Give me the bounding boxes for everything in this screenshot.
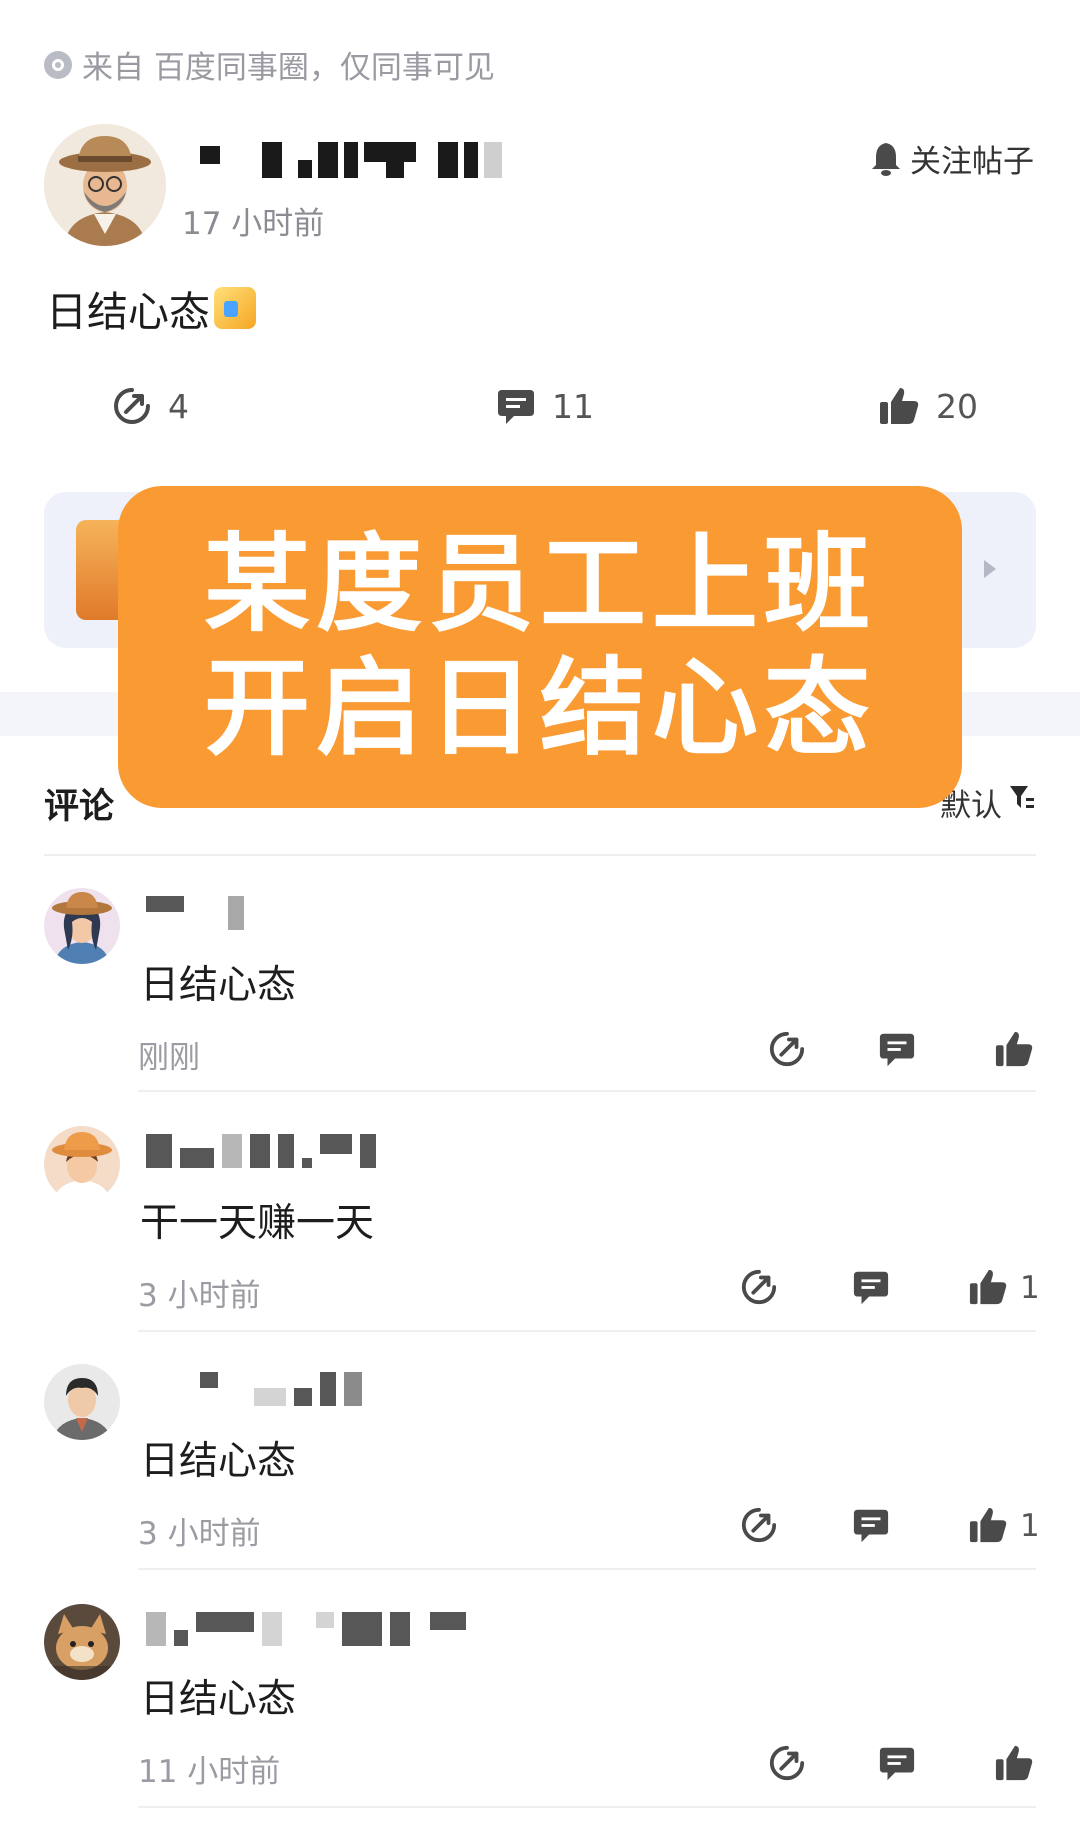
caption-line-1: 某度员工上班 (204, 523, 876, 646)
comment-text: 干一天赚一天 (140, 1201, 375, 1246)
filter-icon[interactable] (1008, 782, 1036, 812)
share-icon[interactable] (740, 1268, 778, 1306)
comments-title: 评论 (44, 787, 115, 827)
divider (138, 1568, 1036, 1570)
comment-time: 3 小时前 (138, 1516, 261, 1552)
bell-icon (872, 142, 900, 176)
post-action-bar: 4 11 20 (0, 386, 1080, 436)
post-content: 日结心态 (46, 278, 256, 338)
comment-button[interactable]: 11 (496, 386, 594, 426)
post-time: 17 小时前 (182, 206, 325, 242)
caption-line-2: 开启日结心态 (204, 647, 876, 770)
commenter-name-redacted (146, 1134, 376, 1168)
divider (44, 854, 1036, 856)
commenter-name-redacted (146, 1612, 466, 1646)
follow-post-label: 关注帖子 (910, 144, 1034, 180)
author-avatar[interactable] (44, 124, 166, 246)
thumbs-up-icon (880, 388, 919, 424)
comment-time: 3 小时前 (138, 1278, 261, 1314)
share-icon[interactable] (768, 1030, 806, 1068)
share-icon[interactable] (768, 1744, 806, 1782)
share-count: 4 (168, 386, 189, 426)
commenter-avatar[interactable] (44, 1604, 120, 1680)
comment-icon (498, 390, 534, 424)
chevron-right-icon (984, 560, 996, 578)
reply-icon[interactable] (878, 1030, 916, 1068)
commenter-name-redacted (146, 896, 244, 930)
divider (138, 1330, 1036, 1332)
like-count: 20 (936, 386, 978, 426)
circle-icon (44, 50, 72, 79)
commenter-avatar[interactable] (44, 1364, 120, 1440)
commenter-name-redacted (146, 1372, 362, 1406)
reply-icon[interactable] (878, 1744, 916, 1782)
comment-text: 日结心态 (140, 1677, 297, 1722)
thumbs-up-icon[interactable] (968, 1268, 1008, 1306)
post-source-text: 来自 百度同事圈，仅同事可见 (82, 50, 495, 86)
reply-icon[interactable] (852, 1268, 890, 1306)
thumbs-up-icon[interactable] (994, 1744, 1034, 1782)
comment-like-count: 1 (1020, 1270, 1040, 1306)
thumbs-up-icon[interactable] (968, 1506, 1008, 1544)
divider (138, 1090, 1036, 1092)
share-icon (114, 388, 150, 424)
share-button[interactable]: 4 (112, 386, 189, 426)
comment-text: 日结心态 (140, 963, 297, 1008)
commenter-avatar[interactable] (44, 1126, 120, 1202)
thumbs-up-icon[interactable] (994, 1030, 1034, 1068)
post-source: 来自 百度同事圈，仅同事可见 (44, 42, 495, 87)
divider (138, 1806, 1036, 1808)
caption-overlay: 某度员工上班 开启日结心态 (118, 486, 962, 808)
post-text: 日结心态 (46, 288, 210, 336)
like-button[interactable]: 20 (878, 386, 978, 426)
author-name-redacted (200, 142, 502, 182)
share-icon[interactable] (740, 1506, 778, 1544)
reply-icon[interactable] (852, 1506, 890, 1544)
comment-text: 日结心态 (140, 1439, 297, 1484)
clipboard-emoji-icon (214, 287, 256, 329)
follow-post-button[interactable]: 关注帖子 (870, 136, 1034, 181)
comment-count: 11 (552, 386, 594, 426)
commenter-avatar[interactable] (44, 888, 120, 964)
comment-time: 刚刚 (138, 1040, 200, 1076)
comment-like-count: 1 (1020, 1508, 1040, 1544)
comment-time: 11 小时前 (138, 1754, 281, 1790)
